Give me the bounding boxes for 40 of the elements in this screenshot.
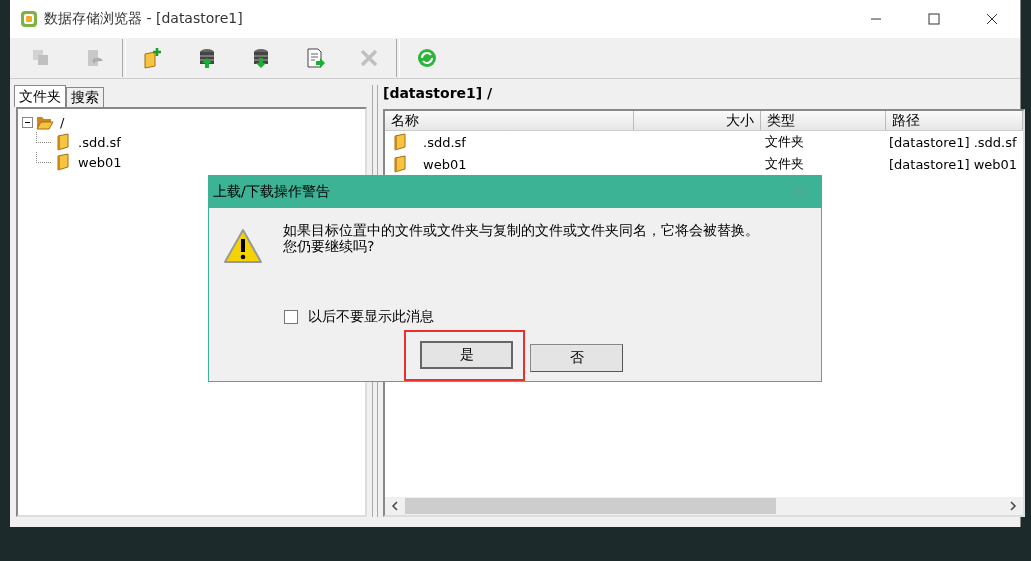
close-icon[interactable] <box>986 13 998 25</box>
column-header[interactable]: 大小 <box>634 111 761 130</box>
maximize-icon[interactable] <box>928 13 940 25</box>
collapse-icon[interactable] <box>22 116 33 128</box>
window-title: 数据存储浏览器 - [datastore1] <box>44 10 243 28</box>
folder-icon <box>391 155 409 173</box>
table-cell: [datastore1] .sdd.sf <box>889 134 1017 150</box>
horizontal-scrollbar[interactable] <box>385 497 1024 515</box>
warning-message: 您仍要继续吗? <box>283 238 376 254</box>
table-cell: 文件夹 <box>765 133 804 151</box>
export-icon <box>304 47 326 69</box>
tree-item[interactable]: web01 <box>75 154 125 170</box>
scroll-left-icon[interactable] <box>391 501 399 511</box>
folder-icon <box>54 133 72 151</box>
warning-message: 如果目标位置中的文件或文件夹与复制的文件或文件夹同名，它将会被替换。 <box>283 222 759 238</box>
tab[interactable]: 文件夹 <box>14 85 66 107</box>
refresh-icon <box>416 47 438 69</box>
dialog-button[interactable]: 否 <box>530 343 623 372</box>
table-cell: 文件夹 <box>765 155 804 173</box>
file-name[interactable]: web01 <box>423 156 467 172</box>
folder-icon <box>54 153 72 171</box>
column-header[interactable]: 路径 <box>886 111 1024 130</box>
tree-item[interactable]: / <box>57 114 68 130</box>
table-cell: [datastore1] web01 <box>889 156 1018 172</box>
tab[interactable]: 搜索 <box>66 87 104 107</box>
file-name[interactable]: .sdd.sf <box>423 134 466 150</box>
dialog-button[interactable]: 是 <box>420 341 513 369</box>
checkbox-label: 以后不要显示此消息 <box>308 308 434 326</box>
app-logo-icon <box>20 10 38 28</box>
checkbox[interactable] <box>284 310 298 324</box>
folder-icon <box>391 133 409 151</box>
column-header[interactable]: 类型 <box>761 111 886 130</box>
delete-icon <box>358 47 380 69</box>
current-path-label: [datastore1] / <box>383 85 494 103</box>
scroll-right-icon[interactable] <box>1009 501 1018 511</box>
dialog-title: 上载/下载操作警告 <box>213 183 330 201</box>
tree-item[interactable]: .sdd.sf <box>75 134 124 150</box>
column-header[interactable]: 名称 <box>385 111 634 130</box>
new-folder-icon <box>142 47 164 69</box>
warning-icon <box>223 228 263 264</box>
